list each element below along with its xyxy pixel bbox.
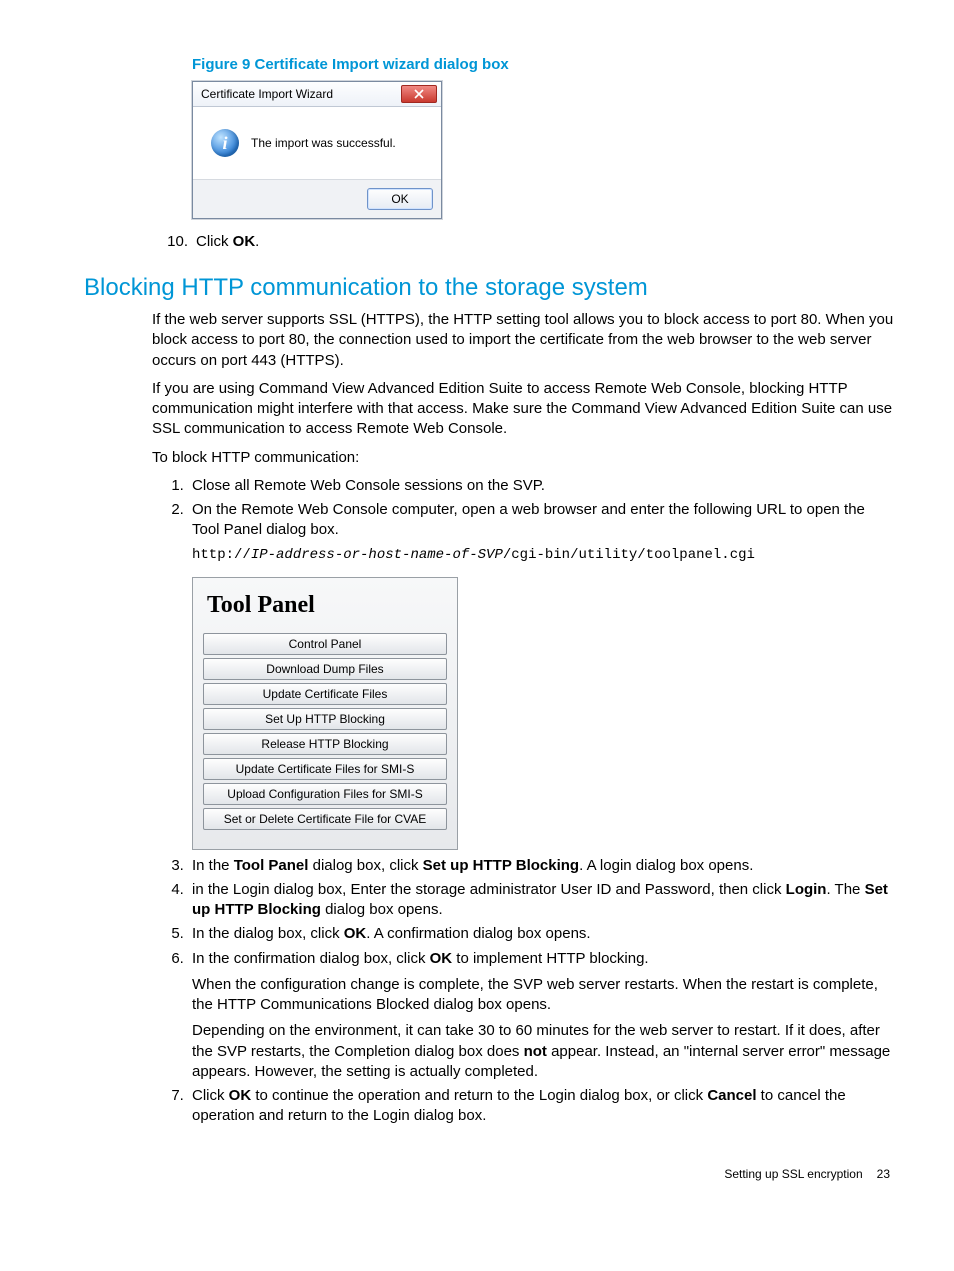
text: Click [192, 1087, 229, 1104]
figure-caption: Figure 9 Certificate Import wizard dialo… [192, 56, 894, 73]
close-icon[interactable] [401, 85, 437, 103]
list-item: in the Login dialog box, Enter the stora… [188, 880, 894, 921]
sub-paragraph: When the configuration change is complet… [192, 975, 894, 1016]
info-icon: i [211, 129, 239, 157]
text-bold: Set up HTTP Blocking [423, 857, 579, 874]
cert-dialog-titlebar: Certificate Import Wizard [193, 82, 441, 107]
tool-panel-button[interactable]: Download Dump Files [203, 658, 447, 680]
tool-panel-title: Tool Panel [207, 592, 443, 619]
list-item: In the Tool Panel dialog box, click Set … [188, 856, 894, 876]
tool-panel-dialog: Tool Panel Control Panel Download Dump F… [192, 577, 458, 850]
list-item: In the dialog box, click OK. A confirmat… [188, 924, 894, 944]
paragraph: To block HTTP communication: [152, 448, 894, 468]
tool-panel-button[interactable]: Update Certificate Files for SMI-S [203, 758, 447, 780]
text: to continue the operation and return to … [251, 1087, 707, 1104]
text-bold: OK [344, 925, 367, 942]
section-heading: Blocking HTTP communication to the stora… [84, 274, 894, 302]
footer-section: Setting up SSL encryption [724, 1167, 862, 1181]
text: . [255, 233, 259, 250]
text: Close all Remote Web Console sessions on… [192, 477, 545, 494]
text-bold: not [524, 1043, 547, 1060]
text: . A login dialog box opens. [579, 857, 753, 874]
paragraph: If the web server supports SSL (HTTPS), … [152, 310, 894, 371]
tool-panel-button[interactable]: Set or Delete Certificate File for CVAE [203, 808, 447, 830]
text: in the Login dialog box, Enter the stora… [192, 881, 786, 898]
tool-panel-button[interactable]: Upload Configuration Files for SMI-S [203, 783, 447, 805]
text: dialog box opens. [321, 901, 443, 918]
sub-paragraph: Depending on the environment, it can tak… [192, 1021, 894, 1082]
footer-page-number: 23 [877, 1167, 890, 1181]
text: http:// [192, 547, 251, 563]
cert-dialog-body: i The import was successful. [193, 107, 441, 179]
numbered-steps: Close all Remote Web Console sessions on… [152, 476, 894, 541]
list-item: Click OK to continue the operation and r… [188, 1086, 894, 1127]
numbered-steps-continued: In the Tool Panel dialog box, click Set … [152, 856, 894, 1127]
list-item: On the Remote Web Console computer, open… [188, 500, 894, 541]
text: . The [826, 881, 864, 898]
text: In the [192, 857, 234, 874]
tool-panel-button[interactable]: Control Panel [203, 633, 447, 655]
cert-dialog-footer: OK [193, 179, 441, 218]
text: /cgi-bin/utility/toolpanel.cgi [503, 547, 755, 563]
text-bold: Tool Panel [234, 857, 309, 874]
text: to implement HTTP blocking. [452, 950, 648, 967]
text-bold: OK [229, 1087, 252, 1104]
text-bold: Cancel [707, 1087, 756, 1104]
step-number: 10. [152, 233, 196, 250]
ok-button[interactable]: OK [367, 188, 433, 210]
text: In the dialog box, click [192, 925, 344, 942]
cert-dialog-title: Certificate Import Wizard [201, 87, 333, 101]
list-item: Close all Remote Web Console sessions on… [188, 476, 894, 496]
text: dialog box, click [308, 857, 422, 874]
tool-panel-button[interactable]: Set Up HTTP Blocking [203, 708, 447, 730]
text: . A confirmation dialog box opens. [366, 925, 590, 942]
text: On the Remote Web Console computer, open… [192, 501, 865, 538]
text-italic: IP-address-or-host-name-of-SVP [251, 547, 503, 563]
text: Click [196, 233, 233, 250]
step-text: Click OK. [196, 233, 259, 250]
url-code: http://IP-address-or-host-name-of-SVP/cg… [192, 547, 894, 563]
page-footer: Setting up SSL encryption 23 [84, 1167, 894, 1181]
text-bold: OK [430, 950, 453, 967]
paragraph: If you are using Command View Advanced E… [152, 379, 894, 440]
tool-panel-button[interactable]: Update Certificate Files [203, 683, 447, 705]
cert-import-dialog: Certificate Import Wizard i The import w… [192, 81, 442, 219]
cert-dialog-message: The import was successful. [251, 136, 396, 150]
tool-panel-button[interactable]: Release HTTP Blocking [203, 733, 447, 755]
list-item: In the confirmation dialog box, click OK… [188, 949, 894, 1083]
text: In the confirmation dialog box, click [192, 950, 430, 967]
text-bold: Login [786, 881, 827, 898]
text-bold: OK [233, 233, 256, 250]
